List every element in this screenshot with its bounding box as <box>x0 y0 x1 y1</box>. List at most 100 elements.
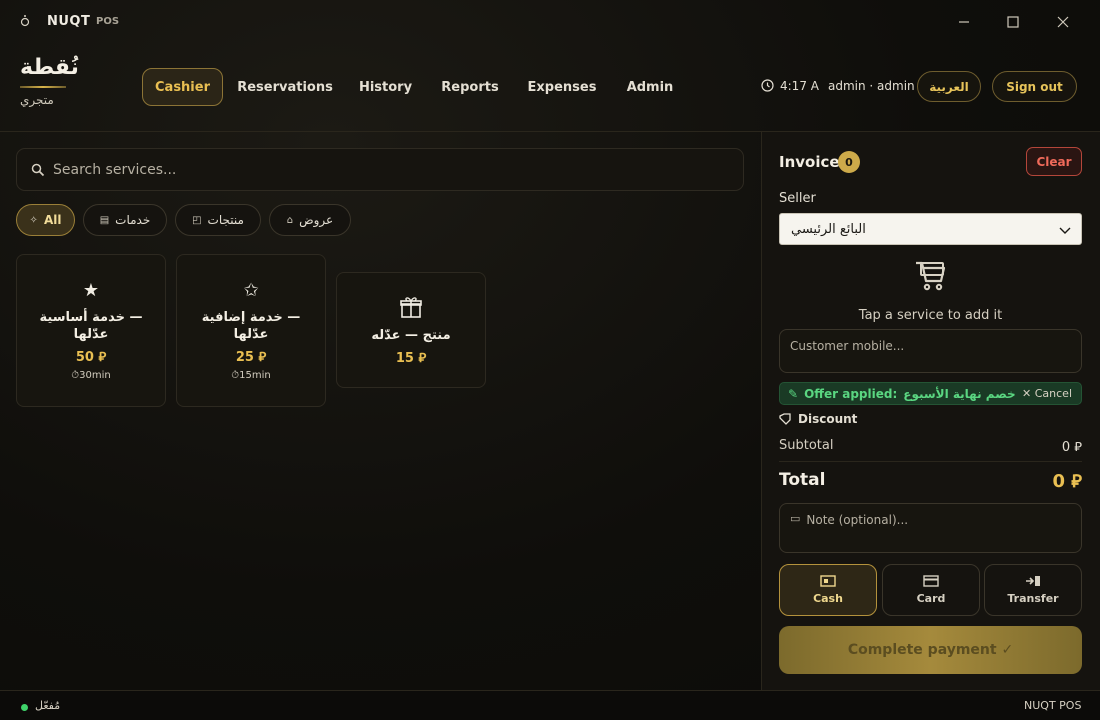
clock-icon <box>761 79 774 92</box>
minimize-icon <box>959 21 969 23</box>
brand-subtitle: متجري <box>20 93 54 107</box>
app-name: NUQT <box>47 14 91 29</box>
status-indicator-dot <box>21 704 28 711</box>
subtotal-value: 0 ⃁ <box>1061 440 1082 455</box>
sparkles-icon: ✩ <box>243 280 259 301</box>
filter-chip-services[interactable]: ▤ خدمات <box>83 204 167 236</box>
app-badge: POS <box>96 16 120 27</box>
note-input[interactable] <box>806 512 1071 528</box>
service-price: 25 ⃁ <box>235 350 267 365</box>
close-button[interactable] <box>1049 10 1077 34</box>
cash-icon <box>820 575 836 587</box>
status-app-name: NUQT POS <box>1024 699 1082 712</box>
transfer-icon <box>1026 576 1040 586</box>
status-text: مُفعّل <box>35 699 61 712</box>
comment-icon: ▭ <box>790 512 801 525</box>
search-bar <box>16 148 744 191</box>
minimize-button[interactable] <box>950 10 978 34</box>
filter-chip-label: All <box>43 213 62 227</box>
discount-label: Discount <box>798 412 858 426</box>
brand: نُقطة متجري <box>20 54 80 114</box>
filter-chip-label: عروض <box>299 213 334 227</box>
close-icon <box>1057 16 1069 28</box>
offer-label: Offer applied: <box>804 386 898 401</box>
invoice-count-badge: 0 <box>838 151 860 173</box>
timer-icon: ⏱ <box>71 370 80 381</box>
note-field: ▭ <box>779 503 1082 553</box>
brand-underline <box>20 86 66 88</box>
tag-icon <box>779 413 791 425</box>
complete-payment-button[interactable]: Complete payment ✓ <box>779 626 1082 674</box>
app-logo-icon <box>20 15 30 27</box>
tag-icon: ✎ <box>788 386 799 401</box>
total-value: 0 ⃁ <box>1052 471 1082 492</box>
seller-select[interactable]: البائع الرئيسي <box>779 213 1082 245</box>
service-card[interactable]: ★ خدمة أساسية — عدّلها 50 ⃁ ⏱30min <box>16 254 166 407</box>
product-card[interactable]: منتج — عدّله 15 ⃁ <box>336 272 486 388</box>
gift-icon: ⌂ <box>286 214 294 226</box>
language-toggle-button[interactable]: العربية <box>917 71 981 102</box>
seller-value: البائع الرئيسي <box>791 221 866 237</box>
current-user: admin · admin <box>828 79 915 93</box>
invoice-title: Invoice <box>779 153 840 171</box>
search-icon <box>31 163 45 176</box>
brand-title: نُقطة <box>20 55 79 80</box>
clipboard-icon: ▤ <box>99 214 110 226</box>
filter-chip-offers[interactable]: ⌂ عروض <box>269 204 351 236</box>
payment-cash-button[interactable]: Cash <box>779 564 877 616</box>
filter-chip-products[interactable]: ◰ منتجات <box>175 204 261 236</box>
cart-icon <box>916 261 946 291</box>
title-bar: NUQT POS <box>0 0 1100 44</box>
nav-tab-history[interactable]: History <box>348 68 423 106</box>
customer-mobile-field <box>779 329 1082 373</box>
offer-cancel-button[interactable]: ✕ Cancel <box>1022 387 1072 400</box>
service-duration: ⏱30min <box>71 370 111 381</box>
subtotal-label: Subtotal <box>779 438 834 453</box>
filter-chip-label: منتجات <box>207 213 244 227</box>
service-price: 50 ⃁ <box>75 350 107 365</box>
product-title: منتج — عدّله <box>371 327 451 343</box>
box-icon: ◰ <box>192 214 202 226</box>
nav-tab-reservations[interactable]: Reservations <box>230 68 340 106</box>
chevron-down-icon <box>1059 227 1071 234</box>
sign-out-button[interactable]: Sign out <box>992 71 1077 102</box>
empty-invoice-hint: Tap a service to add it <box>858 308 1003 323</box>
filter-chip-all[interactable]: ✧ All <box>16 204 75 236</box>
payment-label: Transfer <box>1007 592 1059 605</box>
status-bar: مُفعّل NUQT POS <box>0 690 1100 720</box>
payment-label: Card <box>916 592 946 605</box>
maximize-icon <box>1007 16 1019 28</box>
service-title-line2: عدّلها <box>73 327 109 342</box>
nav-tab-cashier[interactable]: Cashier <box>142 68 223 106</box>
product-price: 15 ⃁ <box>395 350 427 366</box>
discount-toggle[interactable]: Discount <box>779 412 857 426</box>
offer-applied-banner: ✎ Offer applied: خصم نهاية الأسبوع ✕ Can… <box>779 382 1082 405</box>
search-input[interactable] <box>53 161 743 178</box>
payment-card-button[interactable]: Card <box>882 564 980 616</box>
gift-icon <box>400 296 422 318</box>
service-title: خدمة إضافية — <box>201 310 301 325</box>
customer-mobile-input[interactable] <box>790 339 1071 353</box>
offer-name: خصم نهاية الأسبوع <box>903 386 1016 401</box>
service-title: خدمة أساسية — <box>39 310 143 325</box>
service-card[interactable]: ✩ خدمة إضافية — عدّلها 25 ⃁ ⏱15min <box>176 254 326 407</box>
timer-icon: ⏱ <box>231 370 240 381</box>
service-title-line2: عدّلها <box>233 327 269 342</box>
seller-label: Seller <box>779 191 816 206</box>
payment-label: Cash <box>813 592 843 605</box>
payment-transfer-button[interactable]: Transfer <box>984 564 1082 616</box>
clock-time: 4:17 AM <box>780 79 820 93</box>
maximize-button[interactable] <box>999 10 1027 34</box>
totals-divider <box>779 461 1082 462</box>
sparkle-icon: ✧ <box>29 214 38 226</box>
filter-chip-label: خدمات <box>115 213 151 227</box>
close-icon: ✕ <box>1022 387 1032 400</box>
nav-tab-reports[interactable]: Reports <box>432 68 508 106</box>
clear-invoice-button[interactable]: Clear <box>1026 147 1082 176</box>
nav-tab-expenses[interactable]: Expenses <box>518 68 606 106</box>
nav-tab-admin[interactable]: Admin <box>614 68 686 106</box>
credit-card-icon <box>923 575 939 587</box>
total-label: Total <box>779 470 826 490</box>
service-duration: ⏱15min <box>231 370 271 381</box>
star-icon: ★ <box>82 280 100 301</box>
